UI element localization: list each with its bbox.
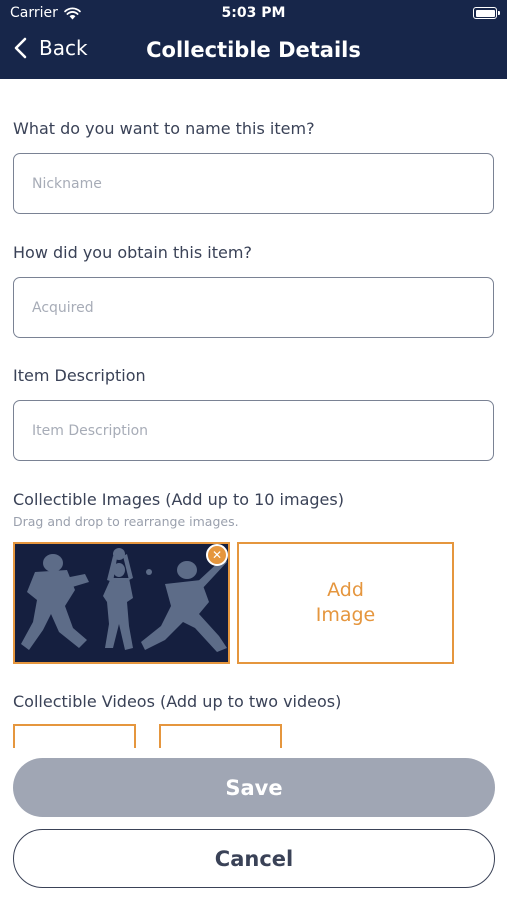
description-input[interactable] xyxy=(13,400,494,461)
add-image-button[interactable]: Add Image xyxy=(237,542,454,664)
sports-silhouettes-image xyxy=(15,544,228,662)
nickname-input[interactable] xyxy=(13,153,494,214)
nav-bar: Back Collectible Details xyxy=(0,28,507,79)
acquired-input[interactable] xyxy=(13,277,494,338)
remove-image-button[interactable]: ✕ xyxy=(206,544,228,566)
videos-label: Collectible Videos (Add up to two videos… xyxy=(13,692,342,711)
status-bar: Carrier 5:03 PM xyxy=(0,0,507,28)
description-label: Item Description xyxy=(13,366,146,385)
add-image-label: Add Image xyxy=(315,579,376,626)
images-label: Collectible Images (Add up to 10 images) xyxy=(13,490,344,509)
page-title: Collectible Details xyxy=(146,38,361,62)
cancel-button[interactable]: Cancel xyxy=(13,829,495,888)
status-time: 5:03 PM xyxy=(221,5,286,21)
close-circle-icon: ✕ xyxy=(211,548,223,562)
header: Carrier 5:03 PM Back Collectible Details xyxy=(0,0,507,79)
battery-icon xyxy=(473,7,500,19)
collectible-details-screen: Carrier 5:03 PM Back Collectible Details… xyxy=(0,0,507,900)
save-button[interactable]: Save xyxy=(13,758,495,817)
images-hint: Drag and drop to rearrange images. xyxy=(13,514,239,529)
obtained-label: How did you obtain this item? xyxy=(13,243,252,262)
collectible-image-tile[interactable] xyxy=(13,542,230,664)
name-label: What do you want to name this item? xyxy=(13,119,315,138)
